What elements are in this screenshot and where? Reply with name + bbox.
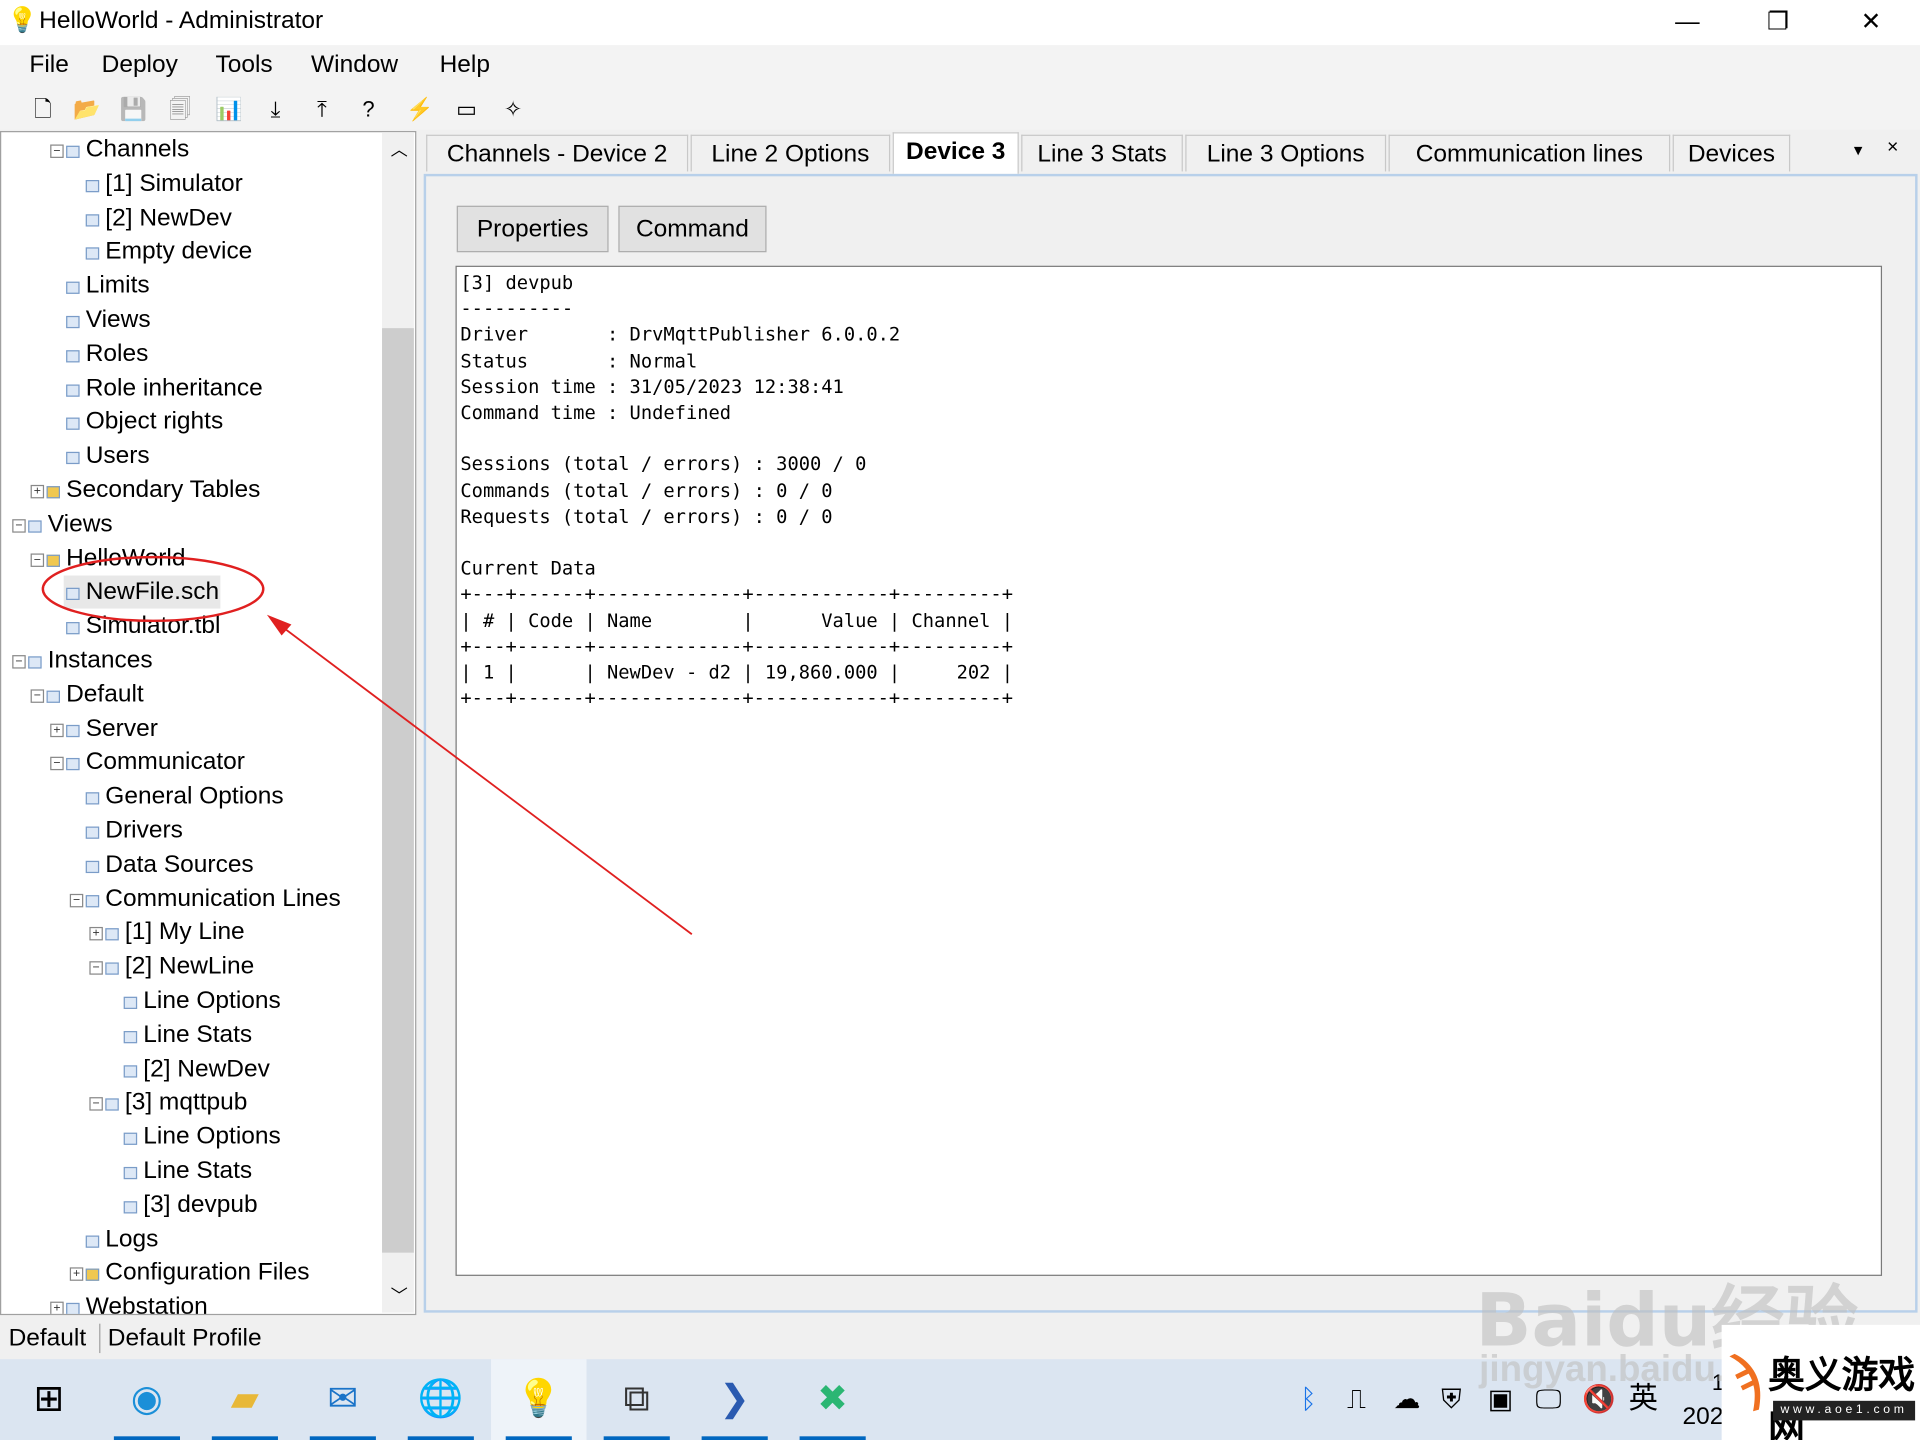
aoe-logo-text: 奥义游戏网 [1768, 1354, 1916, 1440]
annotation-overlay [41, 555, 693, 936]
app-window: 💡 HelloWorld - Administrator — ❐ ✕ File … [0, 0, 1920, 1440]
annotation-circle [41, 555, 265, 623]
annotation-arrow-line [273, 620, 693, 936]
annotation-arrowhead [266, 614, 292, 636]
aoe-logo: ϡ 奥义游戏网 www.aoe1.com [1721, 1324, 1920, 1440]
aoe-logo-url: www.aoe1.com [1773, 1400, 1916, 1421]
flame-logo-icon: ϡ [1726, 1343, 1762, 1412]
